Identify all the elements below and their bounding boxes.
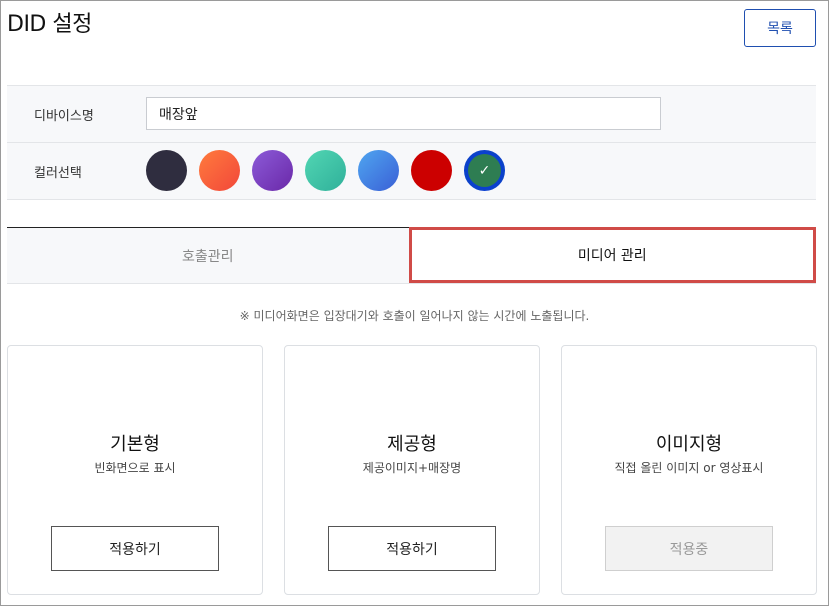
apply-provided-button[interactable]: 적용하기 [328,526,496,571]
card-title: 이미지형 [655,434,723,455]
color-select-label: 컬러선택 [34,165,82,181]
color-swatch-blue[interactable] [358,150,399,191]
tab-bar: 호출관리 미디어 관리 [7,227,816,284]
apply-basic-button[interactable]: 적용하기 [51,526,219,571]
media-notice: ※ 미디어화면은 입장대기와 호출이 일어나지 않는 시간에 노출됩니다. [239,309,590,323]
card-description: 빈화면으로 표시 [94,461,176,475]
color-select-row: 컬러선택 ✓ [7,142,816,199]
check-icon: ✓ [478,162,491,179]
card-title: 제공형 [387,434,437,455]
applied-image-button[interactable]: 적용중 [605,526,773,571]
settings-form: 디바이스명 컬러선택 ✓ [7,85,816,200]
device-name-row: 디바이스명 [7,86,816,142]
card-description: 제공이미지+매장명 [362,461,462,475]
card-title: 기본형 [110,434,160,455]
color-swatch-orange[interactable] [199,150,240,191]
card-description: 직접 올린 이미지 or 영상표시 [614,461,764,475]
list-button[interactable]: 목록 [744,9,816,47]
card-image: 이미지형 직접 올린 이미지 or 영상표시 적용중 [561,345,817,595]
card-provided: 제공형 제공이미지+매장명 적용하기 [284,345,540,595]
card-basic: 기본형 빈화면으로 표시 적용하기 [7,345,263,595]
color-swatch-dark-navy[interactable] [146,150,187,191]
device-name-label: 디바이스명 [34,108,94,124]
color-swatch-green[interactable]: ✓ [464,150,505,191]
device-name-input[interactable] [146,97,661,130]
color-swatch-purple[interactable] [252,150,293,191]
color-swatch-red[interactable] [411,150,452,191]
tab-call-management[interactable]: 호출관리 [7,228,409,283]
color-swatch-teal[interactable] [305,150,346,191]
tab-media-management[interactable]: 미디어 관리 [408,227,816,283]
page-title: DID 설정 [7,12,92,37]
color-swatches: ✓ [146,150,517,191]
